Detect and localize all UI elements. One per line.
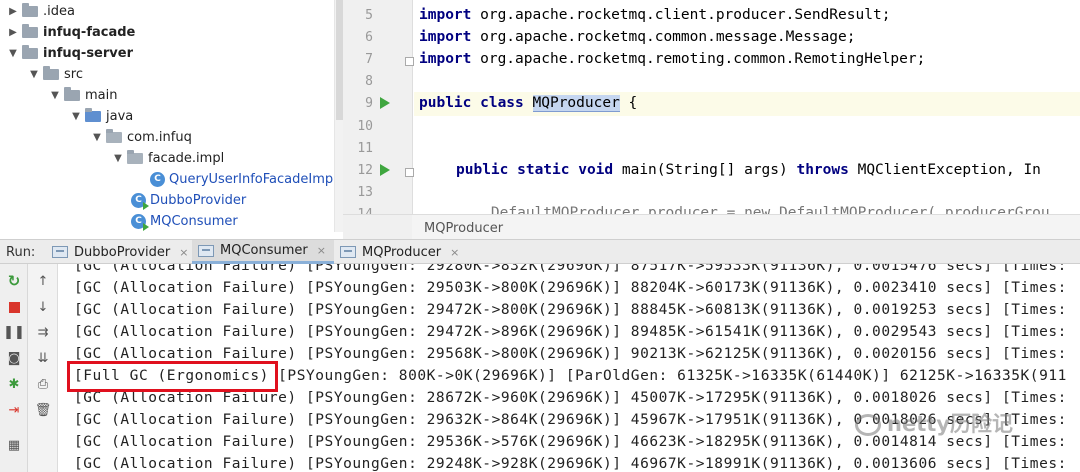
close-icon[interactable]: × [450, 246, 459, 259]
package-icon [106, 129, 122, 143]
run-gutter-icon[interactable] [380, 164, 390, 176]
run-gutter-icon[interactable] [380, 97, 390, 109]
chevron-down-icon[interactable]: ▼ [90, 132, 104, 143]
project-tree: ▶ .idea ▶ infuq-facade ▼ infuq-server ▼ … [0, 0, 336, 232]
code-line-14: DefaultMQProducer producer = new Default… [456, 205, 1050, 214]
tree-item-src[interactable]: ▼ src [27, 64, 83, 85]
breadcrumb[interactable]: MQProducer [412, 214, 1080, 239]
code-line-7: import org.apache.rocketmq.remoting.comm… [419, 51, 926, 67]
line-number: 8 [365, 74, 373, 89]
console-line: [GC (Allocation Failure) [PSYoungGen: 29… [74, 324, 1067, 340]
scroll-to-end-icon[interactable]: ⇊ [33, 349, 53, 367]
tree-item-infuq-facade[interactable]: ▶ infuq-facade [6, 22, 135, 43]
tree-item-queryuserinfofacadeimpl[interactable]: C QueryUserInfoFacadeImpl [148, 169, 336, 190]
chevron-down-icon[interactable]: ▼ [48, 90, 62, 101]
run-tab-dubboprovider[interactable]: DubboProvider × [46, 240, 196, 264]
console-line: [GC (Allocation Failure) [PSYoungGen: 29… [74, 346, 1067, 362]
runnable-class-icon: C [131, 214, 149, 231]
line-number: 12 [357, 163, 373, 178]
code-line-6: import org.apache.rocketmq.common.messag… [419, 29, 856, 45]
run-tab-mqproducer[interactable]: MQProducer × [334, 240, 467, 264]
exit-icon[interactable]: ⇥ [4, 401, 24, 419]
package-icon [127, 150, 143, 164]
chevron-down-icon[interactable]: ▼ [69, 111, 83, 122]
run-tab-mqconsumer[interactable]: MQConsumer × [192, 240, 334, 264]
tree-item-infuq-server[interactable]: ▼ infuq-server [6, 43, 133, 64]
line-number: 6 [365, 30, 373, 45]
line-number: 9 [365, 96, 373, 111]
code-line-9: public class MQProducer { [419, 95, 638, 112]
editor-gutter: 5 6 7 8 9 10 11 12 13 14 [343, 0, 414, 214]
full-gc-highlight-box [67, 361, 278, 392]
pause-icon[interactable]: ❚❚ [3, 323, 25, 341]
tree-item-main[interactable]: ▼ main [48, 85, 117, 106]
console-toolbar: ↑ ↓ ⇉ ⇊ ⎙ 🗑 [28, 264, 58, 472]
run-toolbar: ↻ ❚❚ ◙ ✱ ⇥ ▦ [0, 264, 28, 472]
console-line: [GC (Allocation Failure) [PSYoungGen: 28… [74, 390, 1067, 406]
module-folder-icon [22, 45, 38, 59]
fold-icon[interactable] [405, 57, 414, 66]
module-folder-icon [22, 24, 38, 38]
tree-item-dubboprovider[interactable]: C DubboProvider [129, 190, 246, 211]
console-line: [GC (Allocation Failure) [PSYoungGen: 29… [74, 302, 1067, 318]
console-line: [GC (Allocation Failure) [PSYoungGen: 29… [74, 264, 1067, 274]
line-number: 14 [343, 207, 373, 214]
code-line-5: import org.apache.rocketmq.client.produc… [419, 7, 891, 23]
chevron-down-icon[interactable]: ▼ [6, 48, 20, 59]
layout-icon[interactable]: ▦ [4, 436, 24, 454]
line-number: 7 [365, 52, 373, 67]
selected-class-name[interactable]: MQProducer [532, 95, 620, 112]
close-icon[interactable]: × [317, 244, 326, 257]
chevron-down-icon[interactable]: ▼ [27, 69, 41, 80]
console-line: [GC (Allocation Failure) [PSYoungGen: 29… [74, 280, 1067, 296]
line-number: 13 [357, 185, 373, 200]
tree-item-java[interactable]: ▼ java [69, 106, 133, 127]
wechat-icon [855, 414, 881, 436]
code-line-12: public static void main(String[] args) t… [456, 162, 1041, 178]
run-config-icon [340, 246, 356, 258]
tree-item-facade-impl[interactable]: ▼ facade.impl [111, 148, 224, 169]
source-folder-icon [85, 108, 101, 122]
tree-item-com-infuq[interactable]: ▼ com.infuq [90, 127, 192, 148]
stop-icon[interactable] [4, 298, 24, 316]
line-number: 5 [365, 8, 373, 23]
close-icon[interactable]: × [179, 246, 188, 259]
debug-icon[interactable]: ✱ [4, 375, 24, 393]
up-arrow-icon[interactable]: ↑ [33, 272, 53, 290]
tree-item-idea[interactable]: ▶ .idea [6, 1, 75, 22]
tree-scrollbar[interactable] [334, 0, 343, 232]
run-config-icon [198, 244, 214, 257]
line-number: 11 [357, 141, 373, 156]
camera-icon[interactable]: ◙ [4, 349, 24, 367]
rerun-icon[interactable]: ↻ [4, 272, 24, 290]
console-line: [GC (Allocation Failure) [PSYoungGen: 29… [74, 456, 1067, 472]
run-label: Run: [6, 245, 36, 260]
scrollbar-thumb[interactable] [336, 0, 343, 120]
chevron-right-icon[interactable]: ▶ [6, 27, 20, 38]
folder-icon [64, 87, 80, 101]
clear-all-icon[interactable]: 🗑 [33, 401, 53, 419]
watermark: netty历险记 [855, 408, 1013, 438]
folder-icon [22, 3, 38, 17]
run-config-icon [52, 246, 68, 258]
soft-wrap-icon[interactable]: ⇉ [33, 323, 53, 341]
breadcrumb-gutter [343, 214, 412, 239]
print-icon[interactable]: ⎙ [33, 375, 53, 393]
code-editor[interactable]: 5 6 7 8 9 10 11 12 13 14 import org.apac… [343, 0, 1080, 214]
class-icon: C [150, 172, 165, 187]
folder-icon [43, 66, 59, 80]
fold-icon[interactable] [405, 168, 414, 177]
run-tool-window-header: Run: DubboProvider × MQConsumer × MQProd… [0, 239, 1080, 264]
runnable-class-icon: C [131, 193, 149, 210]
chevron-down-icon[interactable]: ▼ [111, 153, 125, 164]
chevron-right-icon[interactable]: ▶ [6, 6, 20, 17]
tree-item-mqconsumer[interactable]: C MQConsumer [129, 211, 238, 232]
line-number: 10 [357, 119, 373, 134]
down-arrow-icon[interactable]: ↓ [33, 298, 53, 316]
